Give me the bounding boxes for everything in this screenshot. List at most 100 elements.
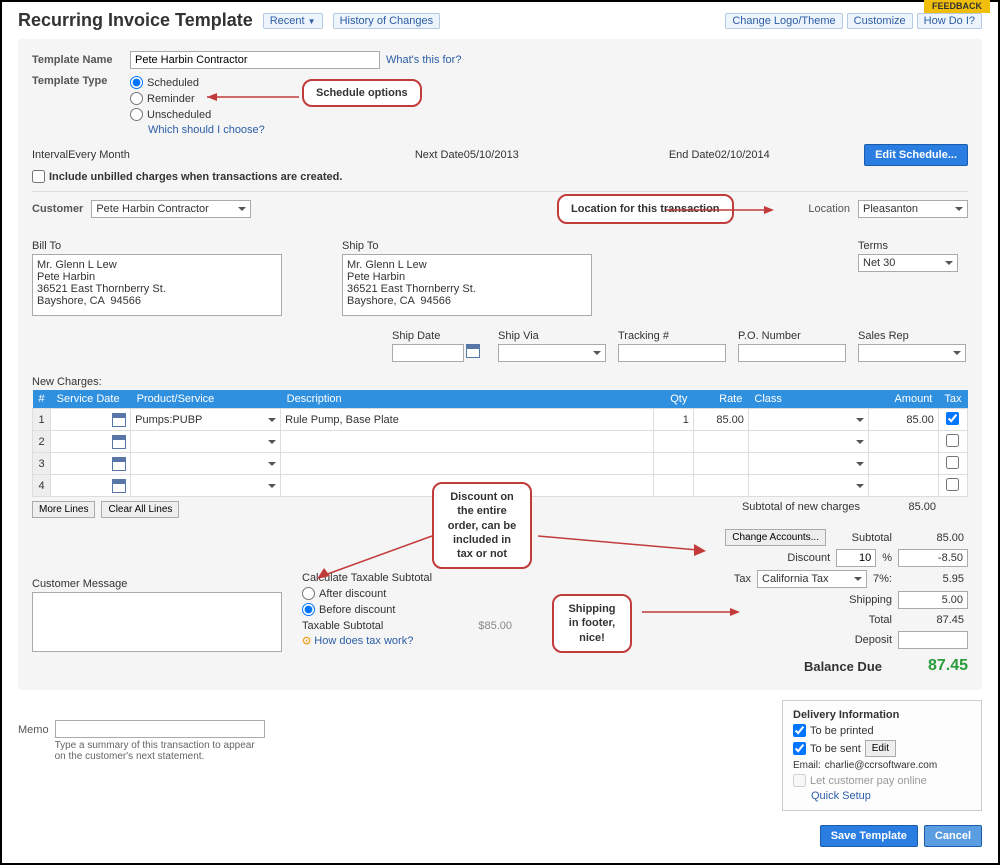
shipping-amt[interactable]: 5.00 xyxy=(898,591,968,609)
customer-dropdown[interactable]: Pete Harbin Contractor xyxy=(91,200,251,218)
salesrep-label: Sales Rep xyxy=(858,330,968,342)
whats-this-link[interactable]: What's this for? xyxy=(386,54,461,66)
type-reminder-radio[interactable] xyxy=(130,92,143,105)
to-be-printed-checkbox[interactable] xyxy=(793,724,806,737)
tax-pct: 7%: xyxy=(873,573,892,585)
table-row[interactable]: 1Pumps:PUBPRule Pump, Base Plate185.0085… xyxy=(33,409,968,431)
balance-label: Balance Due xyxy=(804,659,882,674)
next-date-label: Next Date xyxy=(415,149,464,161)
calendar-icon[interactable] xyxy=(112,435,126,449)
template-name-label: Template Name xyxy=(32,54,124,66)
calendar-icon[interactable] xyxy=(112,479,126,493)
billto-textarea[interactable]: Mr. Glenn L Lew Pete Harbin 36521 East T… xyxy=(32,254,282,316)
discount-amt: -8.50 xyxy=(898,549,968,567)
annot-location: Location for this transaction xyxy=(557,194,734,224)
customer-label: Customer xyxy=(32,203,83,215)
customize-button[interactable]: Customize xyxy=(847,13,913,29)
shipto-textarea[interactable]: Mr. Glenn L Lew Pete Harbin 36521 East T… xyxy=(342,254,592,316)
terms-dropdown[interactable]: Net 30 xyxy=(858,254,958,272)
change-accounts-button[interactable]: Change Accounts... xyxy=(725,529,826,546)
tax-checkbox[interactable] xyxy=(946,456,959,469)
which-choose-link[interactable]: Which should I choose? xyxy=(148,124,265,136)
shipvia-label: Ship Via xyxy=(498,330,608,342)
charges-table: # Service Date Product/Service Descripti… xyxy=(32,390,968,497)
tax-checkbox[interactable] xyxy=(946,478,959,491)
before-discount-radio[interactable] xyxy=(302,603,315,616)
charges-header: New Charges: xyxy=(32,376,968,388)
tracking-label: Tracking # xyxy=(618,330,728,342)
end-date-label: End Date xyxy=(669,149,715,161)
recent-button[interactable]: Recent ▼ xyxy=(263,13,323,29)
taxable-sub-label: Taxable Subtotal xyxy=(302,620,383,632)
shipvia-dropdown[interactable] xyxy=(498,344,606,362)
after-discount-radio[interactable] xyxy=(302,587,315,600)
balance-value: 87.45 xyxy=(888,657,968,675)
location-label: Location xyxy=(808,203,850,215)
table-row[interactable]: 2 xyxy=(33,431,968,453)
billto-label: Bill To xyxy=(32,240,282,252)
tax-amt: 5.95 xyxy=(898,571,968,587)
delivery-email: charlie@ccrsoftware.com xyxy=(825,760,937,771)
type-scheduled-label: Scheduled xyxy=(147,77,199,89)
how-tax-link[interactable]: How does tax work? xyxy=(314,635,413,647)
include-unbilled-label: Include unbilled charges when transactio… xyxy=(49,171,342,183)
custmsg-label: Customer Message xyxy=(32,578,282,590)
total-label: Total xyxy=(832,614,892,626)
annot-discount: Discount on the entire order, can be inc… xyxy=(432,482,532,569)
taxcalc-header: Calculate Taxable Subtotal xyxy=(302,572,512,584)
clear-lines-button[interactable]: Clear All Lines xyxy=(101,501,179,518)
type-reminder-label: Reminder xyxy=(147,93,195,105)
type-unscheduled-radio[interactable] xyxy=(130,108,143,121)
discount-pct-input[interactable] xyxy=(836,549,876,567)
type-unscheduled-label: Unscheduled xyxy=(147,109,211,121)
tax-checkbox[interactable] xyxy=(946,434,959,447)
interval-label: Interval xyxy=(32,149,68,161)
how-do-i-button[interactable]: How Do I? xyxy=(917,13,982,29)
deposit-label: Deposit xyxy=(832,634,892,646)
edit-schedule-button[interactable]: Edit Schedule... xyxy=(864,144,968,166)
memo-label: Memo xyxy=(18,724,49,736)
quick-setup-link[interactable]: Quick Setup xyxy=(811,790,871,802)
subtotal-charges-value: 85.00 xyxy=(866,501,936,518)
template-name-input[interactable] xyxy=(130,51,380,69)
change-theme-button[interactable]: Change Logo/Theme xyxy=(725,13,842,29)
calendar-icon[interactable] xyxy=(112,457,126,471)
history-button[interactable]: History of Changes xyxy=(333,13,441,29)
include-unbilled-checkbox[interactable] xyxy=(32,170,45,183)
shipping-label: Shipping xyxy=(832,594,892,606)
cancel-button[interactable]: Cancel xyxy=(924,825,982,847)
custmsg-textarea[interactable] xyxy=(32,592,282,652)
deposit-input[interactable] xyxy=(898,631,968,649)
type-scheduled-radio[interactable] xyxy=(130,76,143,89)
tax-label: Tax xyxy=(734,573,751,585)
salesrep-dropdown[interactable] xyxy=(858,344,966,362)
delivery-header: Delivery Information xyxy=(793,709,971,721)
help-icon: ⊙ xyxy=(302,635,311,647)
next-date-value: 05/10/2013 xyxy=(464,149,519,161)
feedback-tab[interactable]: FEEDBACK xyxy=(924,0,990,13)
template-type-label: Template Type xyxy=(32,73,124,87)
calendar-icon[interactable] xyxy=(466,344,480,358)
po-input[interactable] xyxy=(738,344,846,362)
subtotal-value: 85.00 xyxy=(898,530,968,546)
shipdate-input[interactable] xyxy=(392,344,464,362)
memo-input[interactable] xyxy=(55,720,265,738)
total-value: 87.45 xyxy=(898,612,968,628)
tax-checkbox[interactable] xyxy=(946,412,959,425)
location-dropdown[interactable]: Pleasanton xyxy=(858,200,968,218)
to-be-sent-checkbox[interactable] xyxy=(793,742,806,755)
end-date-value: 02/10/2014 xyxy=(715,149,770,161)
terms-label: Terms xyxy=(858,240,968,252)
tracking-input[interactable] xyxy=(618,344,726,362)
tax-dropdown[interactable]: California Tax xyxy=(757,570,867,588)
interval-value: Every Month xyxy=(68,149,130,161)
subtotal-label: Subtotal xyxy=(832,532,892,544)
discount-label: Discount xyxy=(770,552,830,564)
table-row[interactable]: 3 xyxy=(33,453,968,475)
save-template-button[interactable]: Save Template xyxy=(820,825,918,847)
more-lines-button[interactable]: More Lines xyxy=(32,501,95,518)
delivery-edit-button[interactable]: Edit xyxy=(865,740,896,757)
memo-hint: Type a summary of this transaction to ap… xyxy=(55,740,265,762)
annot-schedule-options: Schedule options xyxy=(302,79,422,107)
calendar-icon[interactable] xyxy=(112,413,126,427)
